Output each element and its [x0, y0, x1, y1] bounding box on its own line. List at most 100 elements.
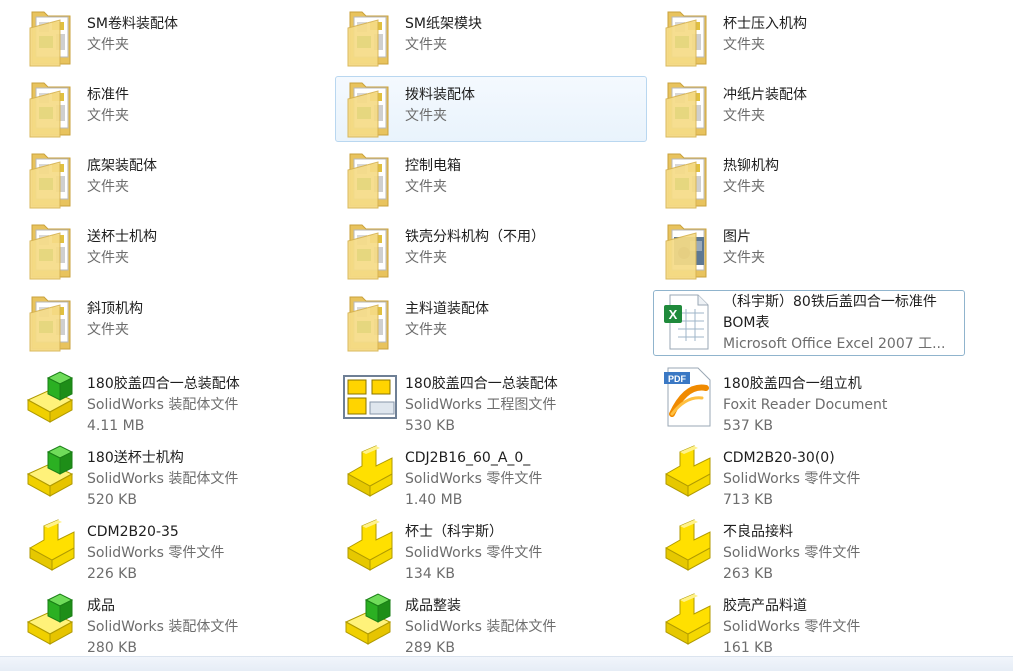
file-item[interactable]: PDF 180胶盖四合一组立机 Foxit Reader Document 537 K…: [653, 365, 965, 434]
file-item[interactable]: 不良品接料 SolidWorks 零件文件 263 KB: [653, 513, 965, 582]
folder-icon: [24, 291, 80, 353]
solidworks-assembly-icon: [24, 440, 80, 502]
file-list-view: SM卷料装配体 文件夹 SM纸架模块 文件夹 杯士压入机构 文件夹 标准件 文件夹 拨料装配体文…: [0, 0, 1013, 671]
file-type: SolidWorks 工程图文件: [405, 397, 557, 413]
file-item[interactable]: CDM2B20-35 SolidWorks 零件文件 226 KB: [17, 513, 329, 582]
file-item-text: CDJ2B16_60_A_0_ SolidWorks 零件文件 1.40 MB: [405, 448, 627, 511]
file-item-text: SM卷料装配体 文件夹: [87, 14, 309, 56]
file-name: 热铆机构: [723, 158, 779, 174]
file-item[interactable]: 标准件 文件夹: [17, 76, 329, 142]
file-item-text: CDM2B20-30(0) SolidWorks 零件文件 713 KB: [723, 448, 945, 511]
solidworks-assembly-icon: [24, 366, 80, 428]
file-size: 520 KB: [87, 492, 137, 508]
file-name: 成品: [87, 598, 115, 614]
file-name: SM纸架模块: [405, 16, 482, 32]
file-size: 1.40 MB: [405, 492, 463, 508]
solidworks-part-icon: [660, 588, 716, 650]
file-item[interactable]: SM卷料装配体 文件夹: [17, 5, 329, 71]
file-item[interactable]: 180胶盖四合一总装配体 SolidWorks 工程图文件 530 KB: [335, 365, 647, 434]
file-item-text: （科宇斯）80铁后盖四合一标准件BOM表 Microsoft Office Exc…: [723, 292, 945, 355]
file-name: CDM2B20-35: [87, 524, 179, 540]
file-name: 180送杯士机构: [87, 450, 184, 466]
file-item[interactable]: 胶壳产品料道 SolidWorks 零件文件 161 KB: [653, 587, 965, 656]
file-size: 537 KB: [723, 418, 773, 434]
file-item[interactable]: 底架装配体 文件夹: [17, 147, 329, 213]
file-item[interactable]: 铁壳分料机构（不用） 文件夹: [335, 218, 647, 284]
file-name: SM卷料装配体: [87, 16, 178, 32]
folder-icon: [342, 77, 398, 139]
file-item-text: 180胶盖四合一组立机 Foxit Reader Document 537 KB: [723, 374, 945, 437]
file-item[interactable]: 杯士压入机构 文件夹: [653, 5, 965, 71]
file-type: SolidWorks 零件文件: [405, 545, 543, 561]
file-item-text: 180胶盖四合一总装配体 SolidWorks 工程图文件 530 KB: [405, 374, 627, 437]
file-type: SolidWorks 零件文件: [723, 545, 861, 561]
folder-icon: [24, 6, 80, 68]
file-item-text: 热铆机构 文件夹: [723, 156, 945, 198]
file-type: 文件夹: [723, 108, 765, 124]
solidworks-part-icon: [342, 514, 398, 576]
file-type: 文件夹: [87, 179, 129, 195]
file-item[interactable]: 拨料装配体 文件夹: [335, 76, 647, 142]
folder-icon: [342, 6, 398, 68]
file-type: 文件夹: [87, 37, 129, 53]
file-type: 文件夹: [723, 250, 765, 266]
file-item[interactable]: 成品 SolidWorks 装配体文件 280 KB: [17, 587, 329, 656]
file-item[interactable]: 热铆机构 文件夹: [653, 147, 965, 213]
file-name: 不良品接料: [723, 524, 793, 540]
file-item-text: 底架装配体 文件夹: [87, 156, 309, 198]
file-name: 图片: [723, 229, 751, 245]
file-item[interactable]: 主料道装配体 文件夹: [335, 290, 647, 356]
file-type: 文件夹: [723, 179, 765, 195]
file-item[interactable]: CDJ2B16_60_A_0_ SolidWorks 零件文件 1.40 MB: [335, 439, 647, 508]
file-name: 胶壳产品料道: [723, 598, 807, 614]
file-name: 控制电箱: [405, 158, 461, 174]
file-item[interactable]: 180送杯士机构 SolidWorks 装配体文件 520 KB: [17, 439, 329, 508]
file-type: SolidWorks 零件文件: [723, 619, 861, 635]
file-type: 文件夹: [405, 250, 447, 266]
file-item[interactable]: X （科宇斯）80铁后盖四合一标准件BOM表 Microsoft Office Ex…: [653, 290, 965, 356]
file-type: SolidWorks 装配体文件: [405, 619, 557, 635]
file-item[interactable]: SM纸架模块 文件夹: [335, 5, 647, 71]
file-type: 文件夹: [405, 322, 447, 338]
file-size: 226 KB: [87, 566, 137, 582]
solidworks-assembly-icon: [24, 588, 80, 650]
svg-text:X: X: [669, 307, 678, 322]
file-name: 主料道装配体: [405, 301, 489, 317]
file-type: 文件夹: [87, 322, 129, 338]
file-item[interactable]: 冲纸片装配体 文件夹: [653, 76, 965, 142]
file-item-text: 180胶盖四合一总装配体 SolidWorks 装配体文件 4.11 MB: [87, 374, 309, 437]
file-type: SolidWorks 装配体文件: [87, 619, 239, 635]
solidworks-drawing-icon: [342, 366, 398, 428]
file-name: CDJ2B16_60_A_0_: [405, 450, 531, 466]
file-type: 文件夹: [87, 108, 129, 124]
file-name: 铁壳分料机构（不用）: [405, 229, 545, 245]
file-item[interactable]: 180胶盖四合一总装配体 SolidWorks 装配体文件 4.11 MB: [17, 365, 329, 434]
file-type: Microsoft Office Excel 2007 工...: [723, 336, 945, 352]
file-item-text: 拨料装配体 文件夹: [405, 85, 627, 127]
file-item-text: 控制电箱 文件夹: [405, 156, 627, 198]
file-item[interactable]: 图片 文件夹: [653, 218, 965, 284]
file-item-text: SM纸架模块 文件夹: [405, 14, 627, 56]
file-item[interactable]: CDM2B20-30(0) SolidWorks 零件文件 713 KB: [653, 439, 965, 508]
file-item-text: 标准件 文件夹: [87, 85, 309, 127]
file-type: 文件夹: [405, 179, 447, 195]
file-size: 713 KB: [723, 492, 773, 508]
file-item[interactable]: 控制电箱 文件夹: [335, 147, 647, 213]
file-item[interactable]: 斜顶机构 文件夹: [17, 290, 329, 356]
file-type: SolidWorks 装配体文件: [87, 397, 239, 413]
folder-icon: [342, 291, 398, 353]
file-name: 杯士（科宇斯）: [405, 524, 503, 540]
file-item-text: 图片 文件夹: [723, 227, 945, 269]
file-size: 134 KB: [405, 566, 455, 582]
file-name: 斜顶机构: [87, 301, 143, 317]
file-item[interactable]: 成品整装 SolidWorks 装配体文件 289 KB: [335, 587, 647, 656]
folder-icon: [342, 148, 398, 210]
file-name: 180胶盖四合一总装配体: [405, 376, 558, 392]
file-item-text: CDM2B20-35 SolidWorks 零件文件 226 KB: [87, 522, 309, 585]
file-type: Foxit Reader Document: [723, 397, 888, 413]
file-type: 文件夹: [87, 250, 129, 266]
file-name: 冲纸片装配体: [723, 87, 807, 103]
file-item-text: 铁壳分料机构（不用） 文件夹: [405, 227, 627, 269]
file-item[interactable]: 杯士（科宇斯） SolidWorks 零件文件 134 KB: [335, 513, 647, 582]
file-item[interactable]: 送杯士机构 文件夹: [17, 218, 329, 284]
